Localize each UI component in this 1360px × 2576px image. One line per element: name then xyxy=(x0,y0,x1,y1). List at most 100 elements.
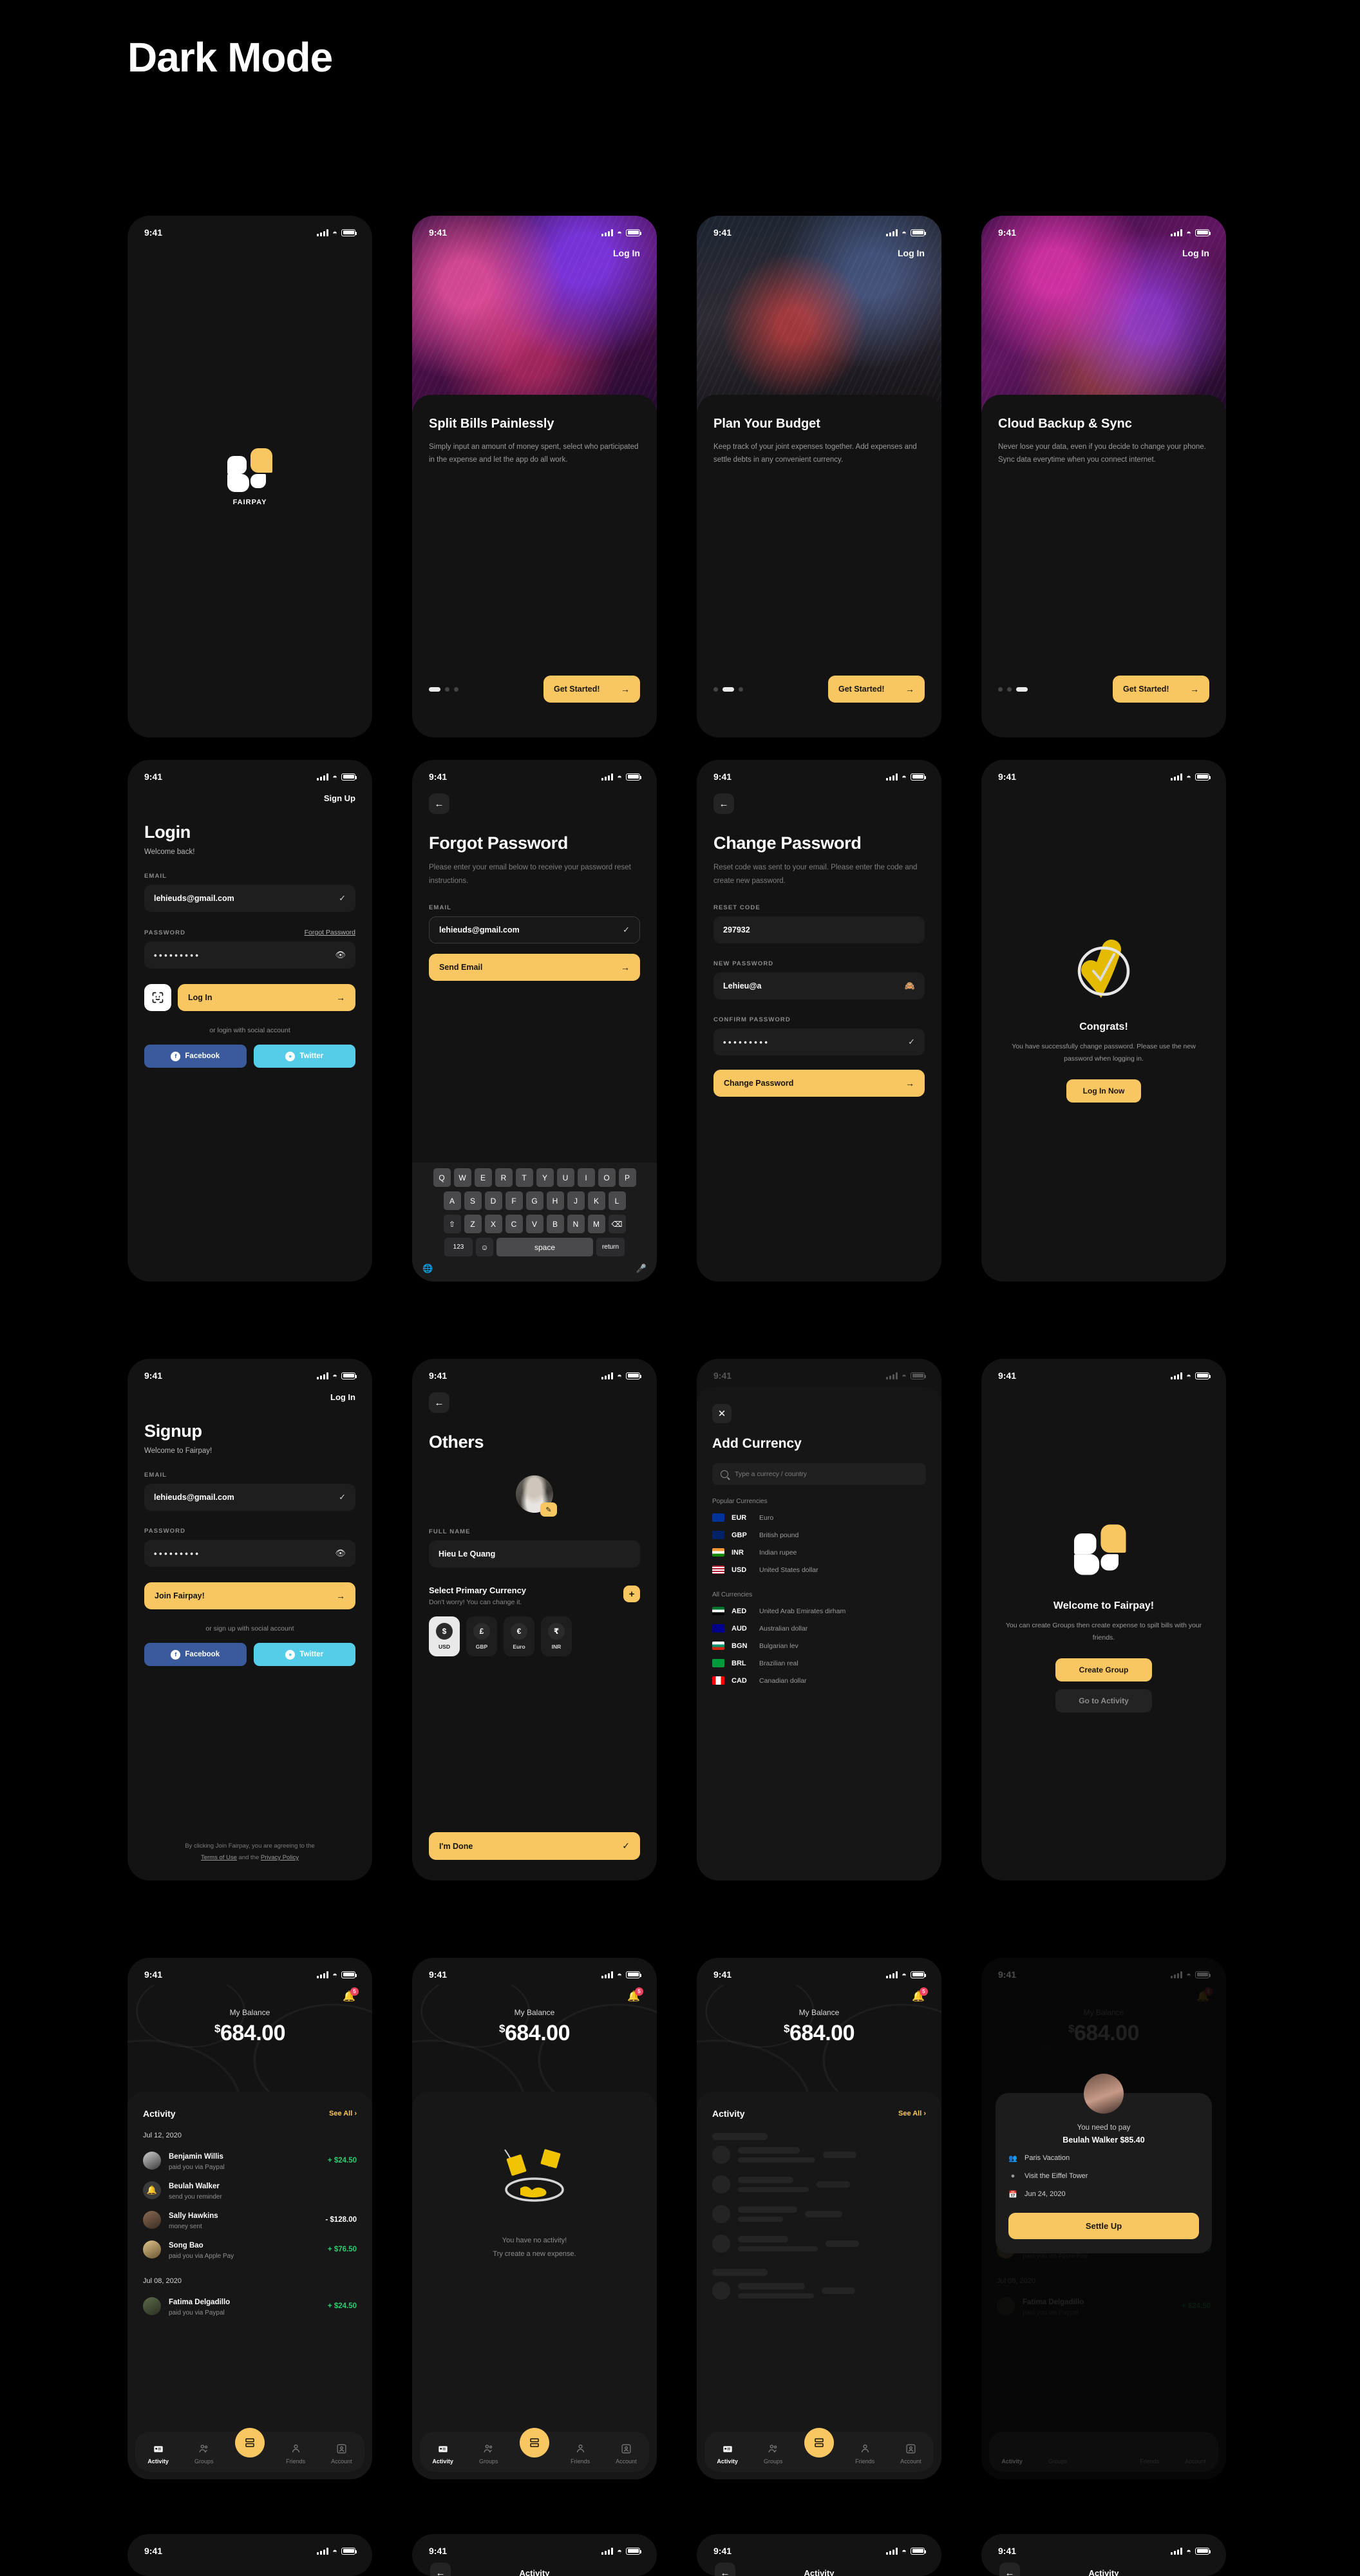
key-t[interactable]: T xyxy=(515,1168,533,1187)
key-g[interactable]: G xyxy=(525,1191,543,1210)
login-link[interactable]: Log In xyxy=(330,1392,355,1402)
tab-account[interactable]: Account xyxy=(607,2443,645,2465)
login-link[interactable]: Log In xyxy=(613,248,640,258)
tab-groups[interactable]: Groups xyxy=(1039,2443,1077,2465)
key-r[interactable]: R xyxy=(495,1168,513,1187)
key-o[interactable]: O xyxy=(598,1168,616,1187)
key-a[interactable]: A xyxy=(443,1191,461,1210)
face-id-button[interactable] xyxy=(144,984,171,1011)
key-m[interactable]: M xyxy=(587,1215,605,1233)
close-button[interactable]: ✕ xyxy=(712,1404,732,1423)
key-p[interactable]: P xyxy=(618,1168,636,1187)
key-k[interactable]: K xyxy=(587,1191,605,1210)
email-field[interactable]: lehieuds@gmail.com ✓ xyxy=(144,885,355,912)
key-v[interactable]: V xyxy=(525,1215,543,1233)
currency-chip-usd[interactable]: $ USD xyxy=(429,1616,460,1656)
globe-icon[interactable]: 🌐 xyxy=(422,1264,433,1274)
back-button[interactable]: ← xyxy=(713,793,734,814)
activity-row[interactable]: 🔔 Beulah Walker send you reminder xyxy=(143,2175,357,2205)
notifications-button[interactable]: 🔔 5 xyxy=(627,1987,643,2003)
key-d[interactable]: D xyxy=(484,1191,502,1210)
key-l[interactable]: L xyxy=(608,1191,626,1210)
pagination-dots[interactable] xyxy=(713,687,743,692)
eye-icon[interactable]: 👁 xyxy=(335,950,346,960)
currency-row[interactable]: EUR Euro xyxy=(712,1509,926,1526)
tab-groups[interactable]: Groups xyxy=(470,2443,507,2465)
facebook-login-button[interactable]: f Facebook xyxy=(144,1045,247,1068)
key-n[interactable]: N xyxy=(567,1215,585,1233)
return-key[interactable]: return xyxy=(596,1238,625,1256)
numbers-key[interactable]: 123 xyxy=(444,1238,473,1256)
currency-row[interactable]: GBP British pound xyxy=(712,1526,926,1544)
pagination-dots[interactable] xyxy=(429,687,458,692)
terms-of-use-link[interactable]: Terms of Use xyxy=(201,1854,237,1861)
change-password-button[interactable]: Change Password → xyxy=(713,1070,925,1097)
eye-off-icon[interactable]: 🙈 xyxy=(905,981,915,991)
tab-activity[interactable]: Activity xyxy=(424,2443,462,2465)
tab-activity[interactable]: Activity xyxy=(709,2443,746,2465)
pagination-dots[interactable] xyxy=(998,687,1028,692)
fullname-field[interactable]: Hieu Le Quang xyxy=(429,1540,640,1567)
get-started-button[interactable]: Get Started! → xyxy=(828,676,925,703)
join-fairpay-button[interactable]: Join Fairpay! → xyxy=(144,1582,355,1609)
tab-activity[interactable]: Activity xyxy=(994,2443,1031,2465)
login-button[interactable]: Log In → xyxy=(178,984,355,1011)
tab-friends[interactable]: Friends xyxy=(846,2443,883,2465)
currency-row[interactable]: AUD Australian dollar xyxy=(712,1620,926,1637)
notifications-button[interactable]: 🔔 5 xyxy=(343,1987,359,2003)
twitter-login-button[interactable]: ● Twitter xyxy=(253,1045,355,1068)
back-button[interactable]: ← xyxy=(429,793,449,814)
tab-groups[interactable]: Groups xyxy=(755,2443,792,2465)
login-link[interactable]: Log In xyxy=(898,248,925,258)
see-all-link[interactable]: See All › xyxy=(329,2110,357,2117)
key-z[interactable]: Z xyxy=(464,1215,482,1233)
email-field[interactable]: lehieuds@gmail.com ✓ xyxy=(144,1484,355,1511)
facebook-signup-button[interactable]: f Facebook xyxy=(144,1643,247,1666)
twitter-signup-button[interactable]: ● Twitter xyxy=(253,1643,355,1666)
currency-search-input[interactable]: Type a currecy / country xyxy=(712,1463,926,1485)
currency-chip-gbp[interactable]: £ GBP xyxy=(466,1616,497,1656)
create-group-button[interactable]: Create Group xyxy=(1055,1658,1152,1682)
backspace-key[interactable]: ⌫ xyxy=(608,1215,626,1233)
activity-row[interactable]: Song Bao paid you via Apple Pay + $76.50 xyxy=(143,2235,357,2264)
add-currency-button[interactable]: + xyxy=(623,1586,640,1602)
virtual-keyboard[interactable]: Q W E R T Y U I O P A S D F G H J K L ⇧ … xyxy=(412,1162,657,1282)
new-password-field[interactable]: Lehieu@a 🙈 xyxy=(713,972,925,1000)
currency-chip-inr[interactable]: ₹ INR xyxy=(541,1616,572,1656)
signup-link[interactable]: Sign Up xyxy=(324,793,355,803)
im-done-button[interactable]: I'm Done ✓ xyxy=(429,1832,640,1860)
tab-account[interactable]: Account xyxy=(1176,2443,1214,2465)
back-button[interactable]: ← xyxy=(429,1392,449,1413)
currency-row[interactable]: CAD Canadian dollar xyxy=(712,1672,926,1689)
get-started-button[interactable]: Get Started! → xyxy=(543,676,640,703)
tab-friends[interactable]: Friends xyxy=(562,2443,599,2465)
privacy-policy-link[interactable]: Privacy Policy xyxy=(261,1854,299,1861)
tab-friends[interactable]: Friends xyxy=(1131,2443,1168,2465)
key-s[interactable]: S xyxy=(464,1191,482,1210)
key-b[interactable]: B xyxy=(546,1215,564,1233)
tab-friends[interactable]: Friends xyxy=(277,2443,314,2465)
activity-row[interactable]: Benjamin Willis paid you via Paypal + $2… xyxy=(143,2146,357,2175)
password-field[interactable]: ••••••••• 👁 xyxy=(144,1540,355,1567)
settle-up-button[interactable]: Settle Up xyxy=(1008,2213,1199,2239)
key-h[interactable]: H xyxy=(546,1191,564,1210)
reset-code-field[interactable]: 297932 xyxy=(713,916,925,944)
eye-icon[interactable]: 👁 xyxy=(335,1548,346,1558)
currency-chip-list[interactable]: $ USD £ GBP € Euro ₹ INR xyxy=(429,1616,640,1656)
notifications-button[interactable]: 🔔 5 xyxy=(912,1987,928,2003)
tab-account[interactable]: Account xyxy=(323,2443,360,2465)
key-y[interactable]: Y xyxy=(536,1168,554,1187)
currency-row[interactable]: AED United Arab Emirates dirham xyxy=(712,1602,926,1620)
add-expense-fab[interactable] xyxy=(520,2428,549,2458)
forgot-password-link[interactable]: Forgot Password xyxy=(305,929,355,936)
see-all-link[interactable]: See All › xyxy=(898,2110,926,2117)
key-i[interactable]: I xyxy=(577,1168,595,1187)
currency-row[interactable]: INR Indian rupee xyxy=(712,1544,926,1561)
add-expense-fab[interactable] xyxy=(235,2428,265,2458)
back-button[interactable]: ← xyxy=(430,2562,451,2576)
add-expense-fab[interactable] xyxy=(804,2428,834,2458)
key-q[interactable]: Q xyxy=(433,1168,451,1187)
shift-key[interactable]: ⇧ xyxy=(443,1215,461,1233)
edit-avatar-button[interactable]: ✎ xyxy=(540,1502,557,1517)
currency-row[interactable]: USD United States dollar xyxy=(712,1561,926,1578)
